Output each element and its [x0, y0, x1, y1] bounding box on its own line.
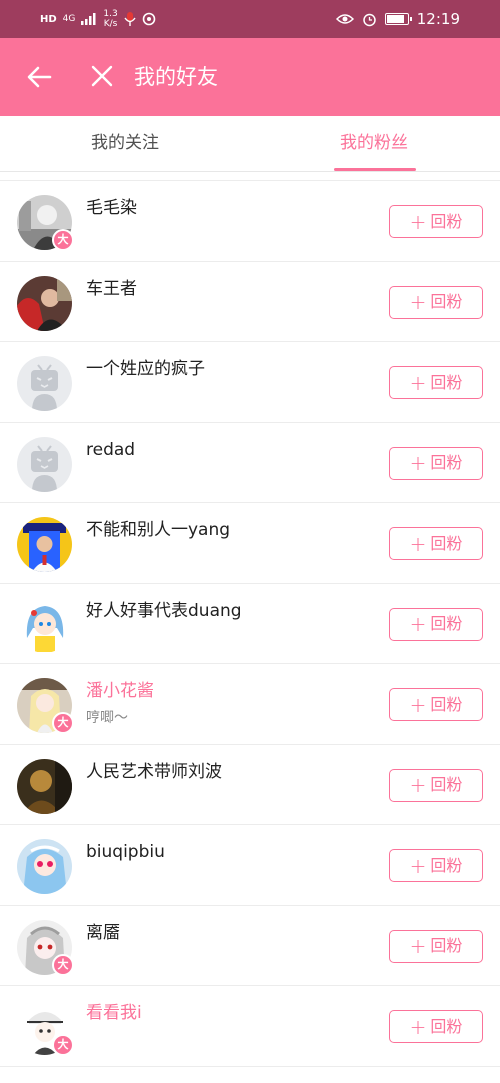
vip-badge: 大	[52, 1034, 74, 1056]
fan-row[interactable]: 好人好事代表duang + 回粉	[0, 584, 500, 664]
vip-badge: 大	[52, 953, 74, 976]
speed-unit: K/s	[103, 19, 118, 29]
mic-icon	[124, 12, 136, 26]
fan-name[interactable]: 不能和别人一yang	[86, 517, 230, 543]
plus-icon: +	[409, 934, 427, 958]
follow-back-button[interactable]: + 回粉	[389, 205, 483, 238]
follow-back-label: 回粉	[430, 936, 463, 955]
fan-name[interactable]: 潘小花酱	[86, 678, 154, 704]
follow-back-label: 回粉	[430, 453, 463, 472]
plus-icon: +	[409, 612, 427, 636]
alarm-icon	[363, 13, 376, 26]
fan-name[interactable]: 一个姓应的疯子	[86, 356, 205, 382]
follow-back-button[interactable]: + 回粉	[389, 849, 483, 882]
eye-icon	[335, 14, 354, 24]
follow-back-label: 回粉	[430, 1016, 463, 1036]
follow-back-button[interactable]: + 回粉	[389, 929, 483, 963]
fan-name[interactable]: 毛毛染	[86, 195, 137, 221]
avatar[interactable]	[17, 436, 72, 492]
fan-row[interactable]: 大离靥 + 回粉	[0, 906, 500, 986]
follow-back-button[interactable]: + 回粉	[389, 527, 483, 560]
avatar[interactable]	[17, 275, 72, 331]
battery-icon	[384, 13, 412, 25]
follow-back-label: 回粉	[430, 372, 463, 392]
clock: 12:19	[416, 10, 460, 28]
fan-row[interactable]: 大潘小花酱哼唧～ + 回粉	[0, 664, 500, 745]
follow-back-button[interactable]: + 回粉	[389, 1010, 483, 1043]
tab-bar: 我的关注 我的粉丝	[0, 116, 500, 172]
fan-name[interactable]: 车王者	[86, 276, 137, 302]
fan-row[interactable]: 大毛毛染 + 回粉	[0, 181, 500, 262]
fan-name[interactable]: 人民艺术带师刘波	[86, 759, 222, 785]
status-left: HD 4G 1.3 K/s	[40, 0, 156, 38]
plus-icon: +	[409, 531, 427, 556]
fan-name[interactable]: redad	[86, 437, 135, 463]
follow-back-button[interactable]: + 回粉	[389, 768, 483, 802]
tab-fans[interactable]: 我的粉丝	[322, 116, 426, 172]
follow-back-button[interactable]: + 回粉	[389, 688, 483, 721]
plus-icon: +	[409, 773, 427, 797]
avatar[interactable]	[17, 758, 72, 814]
plus-icon: +	[409, 853, 427, 878]
fan-row[interactable]: 车王者 + 回粉	[0, 262, 500, 342]
sync-icon	[142, 12, 156, 26]
avatar[interactable]	[17, 517, 72, 572]
avatar[interactable]	[17, 839, 72, 894]
avatar[interactable]	[17, 597, 72, 653]
signal-icon	[81, 13, 96, 25]
follow-back-label: 回粉	[430, 694, 463, 714]
fan-name[interactable]: 好人好事代表duang	[86, 598, 242, 624]
avatar[interactable]	[17, 356, 72, 411]
status-bar: HD 4G 1.3 K/s 12:19	[0, 0, 500, 38]
close-icon[interactable]	[90, 64, 114, 88]
follow-back-button[interactable]: + 回粉	[389, 607, 483, 641]
plus-icon: +	[409, 370, 427, 395]
vip-badge: 大	[52, 712, 74, 734]
follow-back-label: 回粉	[430, 855, 463, 875]
network-speed: 1.3 K/s	[103, 9, 117, 29]
vip-badge: 大	[52, 229, 74, 251]
follow-back-label: 回粉	[430, 211, 463, 231]
tab-indicator	[334, 168, 416, 171]
follow-back-button[interactable]: + 回粉	[389, 285, 483, 319]
speed-value: 1.3	[103, 9, 118, 19]
app-bar: 我的好友	[0, 38, 500, 116]
tab-following[interactable]: 我的关注	[70, 116, 180, 172]
battery-fill	[386, 15, 404, 23]
fan-row[interactable]: 一个姓应的疯子 + 回粉	[0, 342, 500, 423]
fan-row[interactable]: biuqipbiu + 回粉	[0, 825, 500, 906]
follow-back-button[interactable]: + 回粉	[389, 446, 483, 480]
plus-icon: +	[409, 692, 427, 717]
fan-name[interactable]: 离靥	[86, 920, 120, 946]
arrow-left-icon[interactable]	[26, 64, 52, 90]
plus-icon: +	[409, 209, 427, 234]
fan-row[interactable]: 人民艺术带师刘波 + 回粉	[0, 745, 500, 825]
follow-back-label: 回粉	[430, 775, 463, 794]
fan-name[interactable]: 看看我i	[86, 1000, 142, 1026]
status-right: 12:19	[335, 0, 460, 38]
fan-row[interactable]: 不能和别人一yang + 回粉	[0, 503, 500, 584]
network-indicator: 4G	[62, 13, 76, 24]
hd-indicator: HD	[40, 13, 57, 25]
follow-back-label: 回粉	[430, 614, 463, 633]
plus-icon: +	[409, 1014, 427, 1039]
follow-back-button[interactable]: + 回粉	[389, 366, 483, 399]
fan-signature: 哼唧～	[86, 710, 128, 726]
fan-row[interactable]: redad + 回粉	[0, 423, 500, 503]
plus-icon: +	[409, 451, 427, 475]
page-title: 我的好友	[134, 65, 218, 89]
follow-back-label: 回粉	[430, 292, 463, 311]
fan-name[interactable]: biuqipbiu	[86, 839, 165, 865]
plus-icon: +	[409, 290, 427, 314]
follow-back-label: 回粉	[430, 533, 463, 553]
fan-row[interactable]: 大看看我i + 回粉	[0, 986, 500, 1067]
fan-list: 大毛毛染 + 回粉 车王者 + 回粉 一个姓应的疯子 + 回粉 redad + 回粉 不能和别人一yan…	[0, 180, 500, 1067]
